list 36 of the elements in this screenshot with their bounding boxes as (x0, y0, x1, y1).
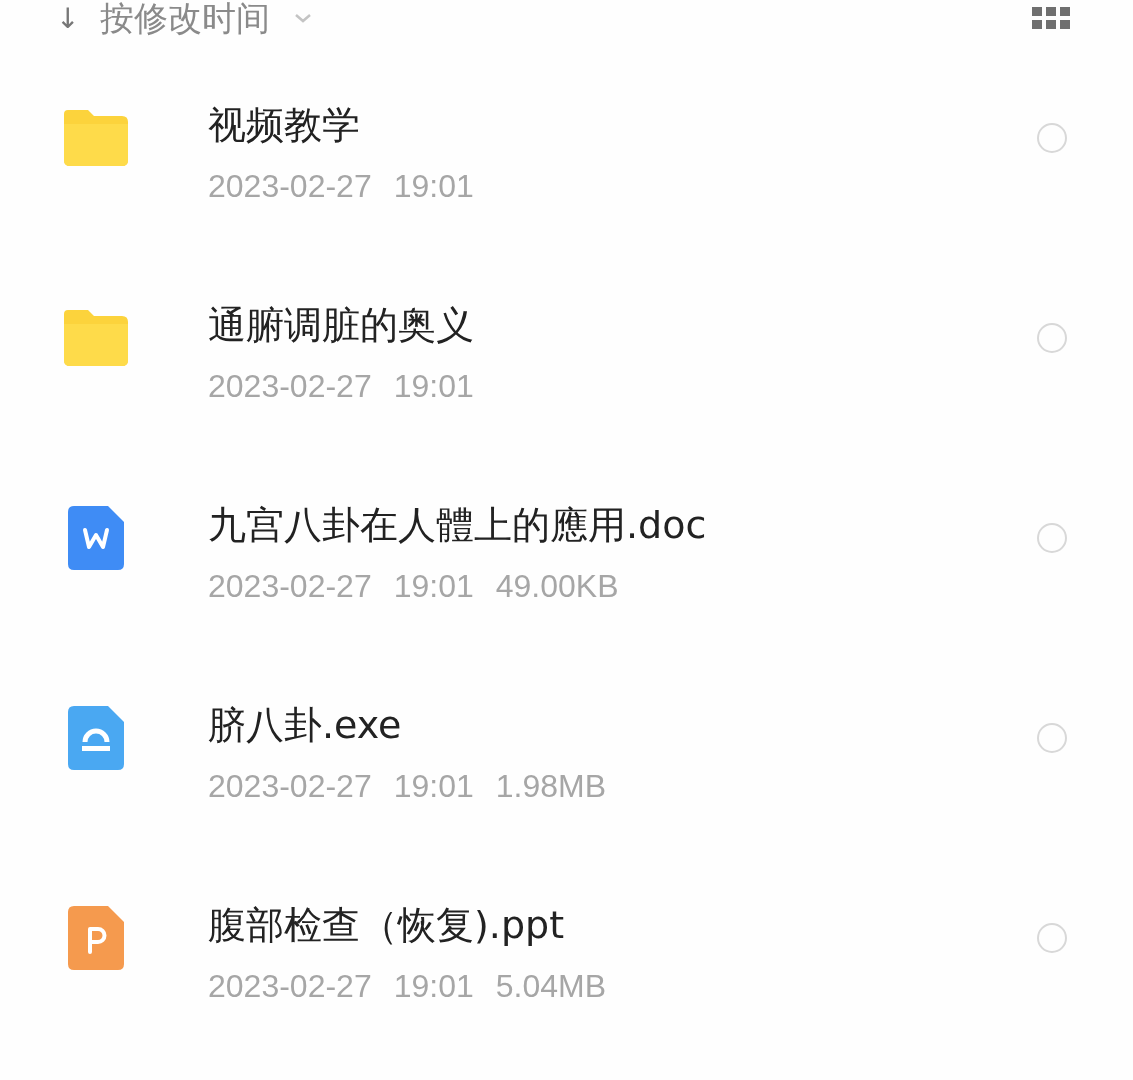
file-time: 19:01 (393, 767, 474, 805)
file-size: 49.00KB (495, 567, 619, 605)
select-radio[interactable] (1037, 723, 1067, 753)
file-date: 2023-02-27 (208, 567, 372, 605)
file-time: 19:01 (393, 367, 474, 405)
folder-icon (64, 310, 128, 366)
select-radio[interactable] (1037, 323, 1067, 353)
file-name: 脐八卦.exe (208, 701, 403, 748)
folder-icon (64, 110, 128, 166)
select-radio[interactable] (1037, 523, 1067, 553)
file-date: 2023-02-27 (208, 167, 372, 205)
grid-view-icon[interactable] (1032, 7, 1070, 29)
file-name: 通腑调脏的奥义 (208, 301, 475, 348)
file-row[interactable]: 脐八卦.exe 2023-02-27 19:01 1.98MB (0, 638, 1133, 838)
select-radio[interactable] (1037, 923, 1067, 953)
chevron-down-icon[interactable] (294, 12, 312, 24)
file-time: 19:01 (393, 967, 474, 1005)
file-size: 5.04MB (495, 967, 607, 1005)
file-time: 19:01 (393, 567, 474, 605)
file-date: 2023-02-27 (208, 767, 372, 805)
file-date: 2023-02-27 (208, 967, 372, 1005)
file-time: 19:01 (393, 167, 474, 205)
powerpoint-file-icon (68, 906, 124, 970)
word-file-icon (68, 506, 124, 570)
file-name: 腹部检查（恢复).ppt (208, 901, 566, 948)
file-row[interactable]: 通腑调脏的奥义 2023-02-27 19:01 (0, 238, 1133, 438)
file-size: 1.98MB (495, 767, 607, 805)
file-row[interactable]: 视频教学 2023-02-27 19:01 (0, 38, 1133, 238)
sort-arrow-icon[interactable]: ↓ (56, 1, 86, 35)
file-name: 视频教学 (208, 101, 361, 148)
file-name: 九宫八卦在人體上的應用.doc (208, 501, 708, 548)
file-row[interactable]: 腹部检查（恢复).ppt 2023-02-27 19:01 5.04MB (0, 838, 1133, 1038)
file-row[interactable]: 九宫八卦在人體上的應用.doc 2023-02-27 19:01 49.00KB (0, 438, 1133, 638)
file-icon (68, 706, 124, 770)
select-radio[interactable] (1037, 123, 1067, 153)
file-date: 2023-02-27 (208, 367, 372, 405)
